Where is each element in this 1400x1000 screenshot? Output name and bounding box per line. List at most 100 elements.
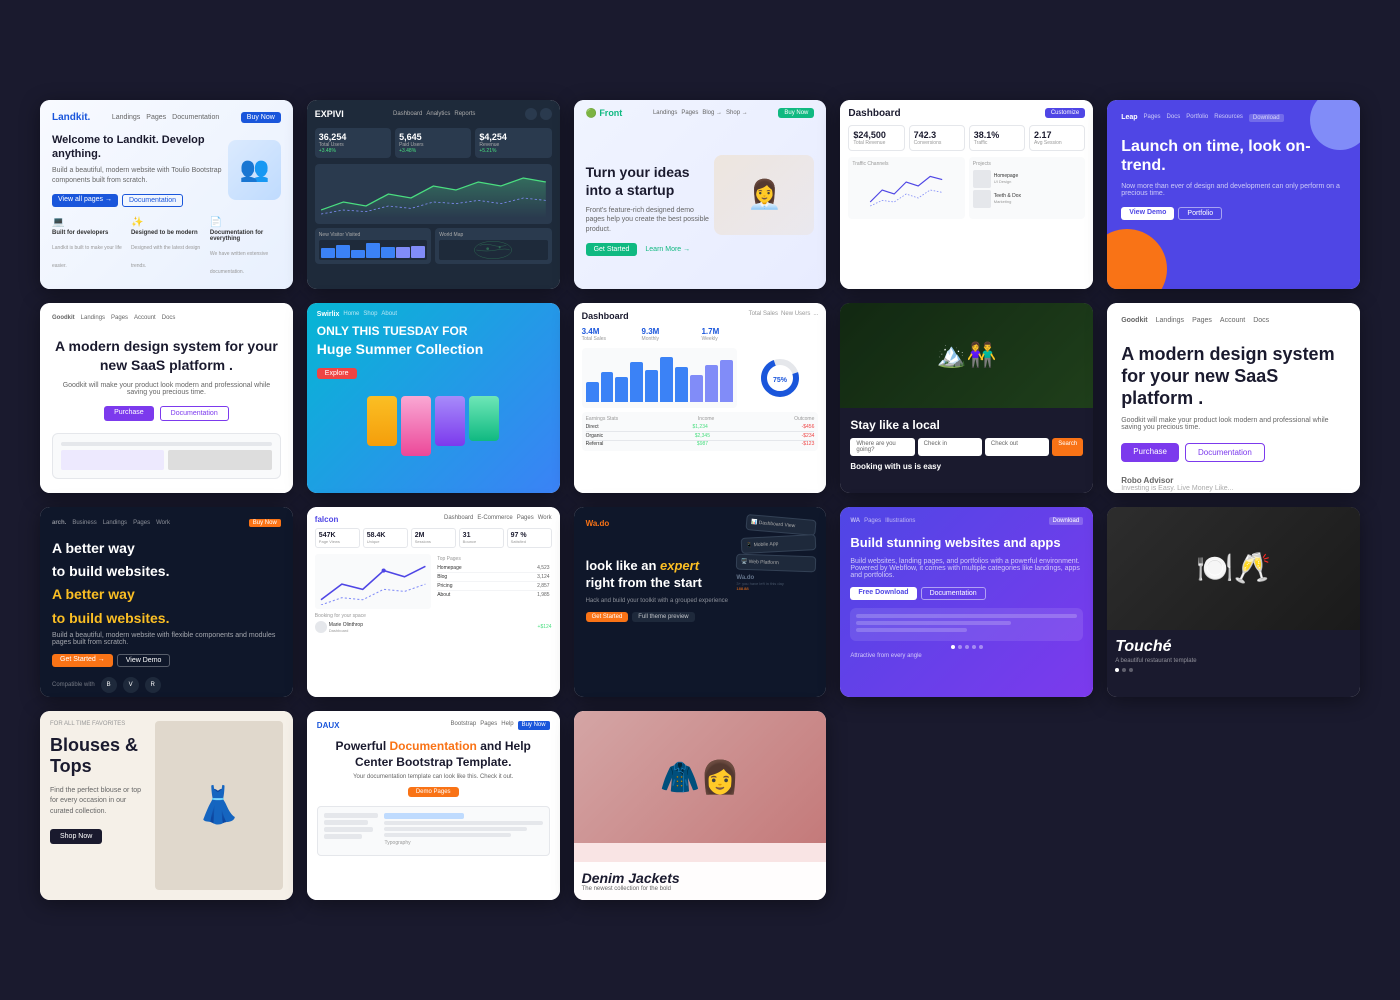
leap-download-btn[interactable]: Download	[1249, 114, 1284, 122]
gk2-docs-btn[interactable]: Documentation	[1185, 443, 1265, 462]
landkit-view-btn[interactable]: View all pages →	[52, 194, 118, 207]
landkit-hero-desc: Build a beautiful, modern website with T…	[52, 166, 228, 186]
arch-logo-vue: V	[123, 677, 139, 693]
local-checkout-input[interactable]: Check out	[985, 438, 1049, 456]
gk2-purchase-btn[interactable]: Purchase	[1121, 443, 1179, 462]
gk2-logo: Goodkit	[1121, 317, 1147, 324]
dash-chart-2: Projects Homepage UI Design	[969, 157, 1085, 219]
analytics-logo: EXPIVI	[315, 109, 344, 119]
landkit-buy-btn[interactable]: Buy Now	[241, 112, 281, 123]
wa-bottom-label: Attractive from every angle	[850, 653, 1083, 659]
landkit-nav: Landings Pages Documentation	[112, 114, 219, 121]
blouses-shop-btn[interactable]: Shop Now	[50, 829, 102, 844]
summer-models	[307, 396, 560, 456]
arch-demo-btn[interactable]: View Demo	[117, 654, 171, 667]
card-touche[interactable]: 🍽️🥂 Touché A beautiful restaurant templa…	[1107, 507, 1360, 697]
falcon-logo: falcon	[315, 515, 339, 524]
card-analytics[interactable]: EXPIVI DashboardAnalyticsReports 36,254 …	[307, 100, 560, 290]
arch-hero-title3: A better way	[52, 585, 281, 603]
docs-demo-btn[interactable]: Demo Pages	[408, 787, 459, 797]
local-search-input[interactable]: Where are you going?	[850, 438, 914, 456]
card-dashboard[interactable]: Dashboard Customize $24,500 Total Revenu…	[840, 100, 1093, 290]
expert-hero-desc: Hack and build your toolkit with a group…	[586, 598, 815, 604]
dash-chart-1: Traffic Channels	[848, 157, 964, 219]
summer-explore-btn[interactable]: Explore	[317, 368, 357, 379]
card-docs[interactable]: DAUX Bootstrap Pages Help Buy Now Powerf…	[307, 711, 560, 901]
card-leap[interactable]: Leap Pages Docs Portfolio Resources Down…	[1107, 100, 1360, 290]
front-buy-btn[interactable]: Buy Now	[778, 108, 814, 118]
leap-hero-title: Launch on time, look on-trend.	[1121, 137, 1346, 175]
a2-table: Earnings StatsIncomeOutcome Direct$1,234…	[582, 412, 819, 451]
landkit-docs-btn[interactable]: Documentation	[122, 194, 183, 207]
landkit-feature-2: ✨ Designed to be modern Designed with th…	[131, 217, 202, 278]
card-goodkit-lg[interactable]: Goodkit Landings Pages Account Docs A mo…	[1107, 303, 1360, 493]
analytics-chart	[315, 164, 552, 224]
wa-pagination	[850, 645, 1083, 649]
docs-mockup: Typography	[317, 806, 550, 856]
goodkit-hero-title: A modern design system for your new SaaS…	[52, 337, 281, 373]
front-nav: Landings Pages Blog → Shop →	[653, 110, 748, 116]
falcon-stat-5: 97 % Satisfied	[507, 528, 552, 548]
landkit-feature-3: 📄 Documentation for everything We have w…	[210, 217, 281, 278]
card-denim[interactable]: 🧥👩 Denim Jackets The newest collection f…	[574, 711, 827, 901]
wa-logo: WA	[850, 518, 860, 524]
goodkit-purchase-btn[interactable]: Purchase	[104, 406, 154, 421]
local-search-btn[interactable]: Search	[1052, 438, 1083, 456]
touche-image: 🍽️🥂	[1107, 507, 1360, 630]
front-learn-btn[interactable]: Learn More →	[641, 243, 694, 256]
card-summer[interactable]: Swirlix Home Shop About ONLY THIS TUESDA…	[307, 303, 560, 493]
wa-docs-btn[interactable]: Documentation	[921, 587, 986, 600]
wa-download-nav-btn[interactable]: Download	[1049, 517, 1084, 525]
falcon-booking: Booking for your space Marie Olinthrop D…	[315, 613, 552, 633]
front-started-btn[interactable]: Get Started	[586, 243, 638, 256]
docs-nav: Bootstrap Pages Help Buy Now	[451, 721, 550, 730]
card-local[interactable]: 🏔️👫 Stay like a local Where are you goin…	[840, 303, 1093, 493]
svg-text:75%: 75%	[773, 377, 788, 384]
arch-started-btn[interactable]: Get Started →	[52, 654, 113, 667]
dash-stat-4: 2.17 Avg Session	[1029, 125, 1085, 151]
card-front[interactable]: 🟢 Front Landings Pages Blog → Shop → Buy…	[574, 100, 827, 290]
card-expert[interactable]: 📊 Dashboard View 📱 Mobile App 🖥️ Web Pla…	[574, 507, 827, 697]
goodkit-mockup	[52, 433, 281, 479]
expert-preview-btn[interactable]: Full theme preview	[632, 612, 694, 622]
gk2-hero-desc: Goodkit will make your product look mode…	[1121, 417, 1346, 431]
expert-started-btn[interactable]: Get Started	[586, 612, 629, 622]
falcon-table: Top Pages Homepage4,523 Blog3,124 Pricin…	[435, 554, 551, 609]
card-wa[interactable]: WA Pages Illustrations Download Build st…	[840, 507, 1093, 697]
goodkit-docs-btn[interactable]: Documentation	[160, 406, 229, 421]
dash-stat-1: $24,500 Total Revenue	[848, 125, 904, 151]
blouses-model-image: 👗	[155, 721, 283, 891]
dash-stat-2: 742.3 Conversions	[909, 125, 965, 151]
docs-buynow-btn[interactable]: Buy Now	[518, 721, 550, 730]
a2-title: Dashboard	[582, 311, 629, 321]
landkit-hero-title: Welcome to Landkit. Develop anything.	[52, 133, 228, 162]
arch-hero-title4: to build websites.	[52, 609, 281, 627]
denim-content: Denim Jackets The newest collection for …	[574, 862, 827, 900]
arch-buynow-btn[interactable]: Buy Now	[249, 519, 281, 527]
card-blouses[interactable]: FOR ALL TIME FAVORITES Blouses &Tops Fin…	[40, 711, 293, 901]
blouses-breadcrumb: FOR ALL TIME FAVORITES	[50, 721, 147, 727]
arch-hero-title2: to build websites.	[52, 562, 281, 580]
front-hero-desc: Front's feature-rich designed demo pages…	[586, 206, 715, 235]
front-logo: 🟢 Front	[586, 108, 623, 119]
card-landkit[interactable]: Landkit. Landings Pages Documentation Bu…	[40, 100, 293, 290]
card-analytics2[interactable]: Dashboard Total Sales New Users ... 3.4M…	[574, 303, 827, 493]
leap-portfolio-btn[interactable]: Portfolio	[1178, 207, 1222, 220]
dash-btn[interactable]: Customize	[1045, 108, 1085, 118]
falcon-stat-4: 31 Bounce	[459, 528, 504, 548]
card-arch[interactable]: arch. Business Landings Pages Work Buy N…	[40, 507, 293, 697]
landkit-illustration: 👥	[228, 140, 281, 200]
summer-nav: Swirlix Home Shop About	[317, 311, 550, 318]
leap-demo-btn[interactable]: View Demo	[1121, 207, 1174, 220]
card-falcon[interactable]: falcon Dashboard E-Commerce Pages Work 5…	[307, 507, 560, 697]
summer-eyebrow: ONLY THIS TUESDAY FOR	[317, 324, 550, 338]
denim-desc: The newest collection for the bold	[582, 886, 819, 892]
a2-stat-1: 3.4M Total Sales	[582, 327, 639, 342]
card-goodkit-sm[interactable]: Goodkit Landings Pages Account Docs A mo…	[40, 303, 293, 493]
wa-free-btn[interactable]: Free Download	[850, 587, 916, 600]
a2-donut: 75%	[741, 348, 819, 408]
analytics-tabs: DashboardAnalyticsReports	[393, 111, 475, 117]
falcon-stat-2: 58.4K Unique	[363, 528, 408, 548]
wa-mockup	[850, 608, 1083, 641]
local-date-input[interactable]: Check in	[918, 438, 982, 456]
